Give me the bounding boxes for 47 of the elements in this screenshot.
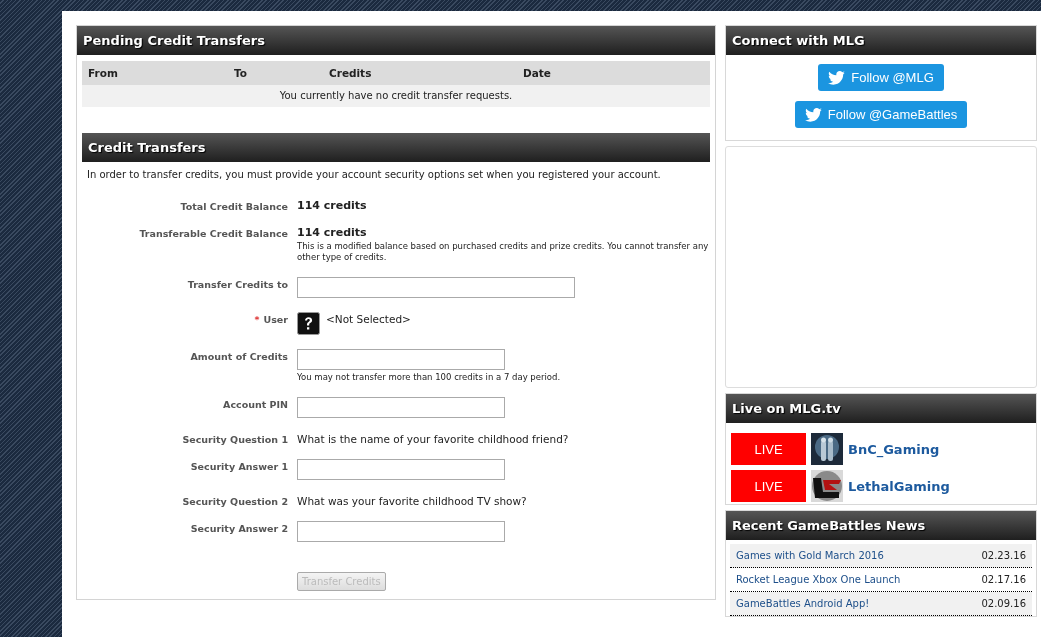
field-label: Security Answer 2 [190,523,288,535]
help-text: This is a modified balance based on purchased credits and prize credits. You cannot transfer any other type of credits. [297,241,710,264]
intro-text: In order to transfer credits, you must provide your account security options set when you registered your account. [86,168,662,182]
news-link[interactable]: GameBattles Android App! [736,598,870,609]
security-question: What is the name of your favorite childhood friend? [297,432,570,446]
field-label: Security Question 2 [182,496,288,508]
field-label: Account PIN [223,399,288,411]
streamer-link[interactable]: LethalGaming [848,478,950,494]
column-header: From [88,67,119,79]
input-field[interactable] [297,349,505,371]
input-field[interactable] [297,459,505,481]
bird-icon [828,70,846,85]
bird-icon [804,107,822,122]
news-date: 02.09.16 [981,598,1026,609]
live-badge[interactable]: LIVE [731,470,806,502]
empty-message: You currently have no credit transfer requests. [82,85,710,107]
panel-header: Live on MLG.tv [726,394,1036,423]
streamer-link[interactable]: BnC_Gaming [848,441,940,457]
field-label: Transferable Credit Balance [139,228,288,239]
balance-value: 114 credits [297,226,368,239]
field-label: Security Question 1 [182,434,288,446]
balance-value: 114 credits [297,199,368,212]
panel-header: Connect with MLG [726,26,1036,55]
panel-header: Recent GameBattles News [726,511,1036,540]
field-label: User [263,314,288,326]
selected-user: <Not Selected> [326,312,411,326]
field-label: Total Credit Balance [180,201,288,212]
input-field[interactable] [297,521,505,543]
question-mark-icon[interactable] [297,312,320,336]
input-field[interactable] [297,277,575,299]
panel-header: Credit Transfers [82,133,710,162]
field-label: Amount of Credits [190,351,288,363]
news-date: 02.17.16 [981,574,1026,585]
security-question: What was your favorite childhood TV show? [297,494,528,508]
news-date: 02.23.16 [981,550,1026,561]
live-badge[interactable]: LIVE [731,433,806,465]
column-header: To [234,67,248,79]
field-label: Security Answer 1 [190,461,288,473]
required-mark: * [254,314,260,326]
column-header: Date [523,67,552,79]
panel-header: Pending Credit Transfers [77,26,715,55]
news-link[interactable]: Rocket League Xbox One Launch [736,574,901,585]
news-link[interactable]: Games with Gold March 2016 [736,550,884,561]
input-field[interactable] [297,397,505,419]
field-label: Transfer Credits to [187,279,288,291]
column-header: Credits [329,67,373,79]
help-text: You may not transfer more than 100 credits in a 7 day period. [297,372,562,384]
